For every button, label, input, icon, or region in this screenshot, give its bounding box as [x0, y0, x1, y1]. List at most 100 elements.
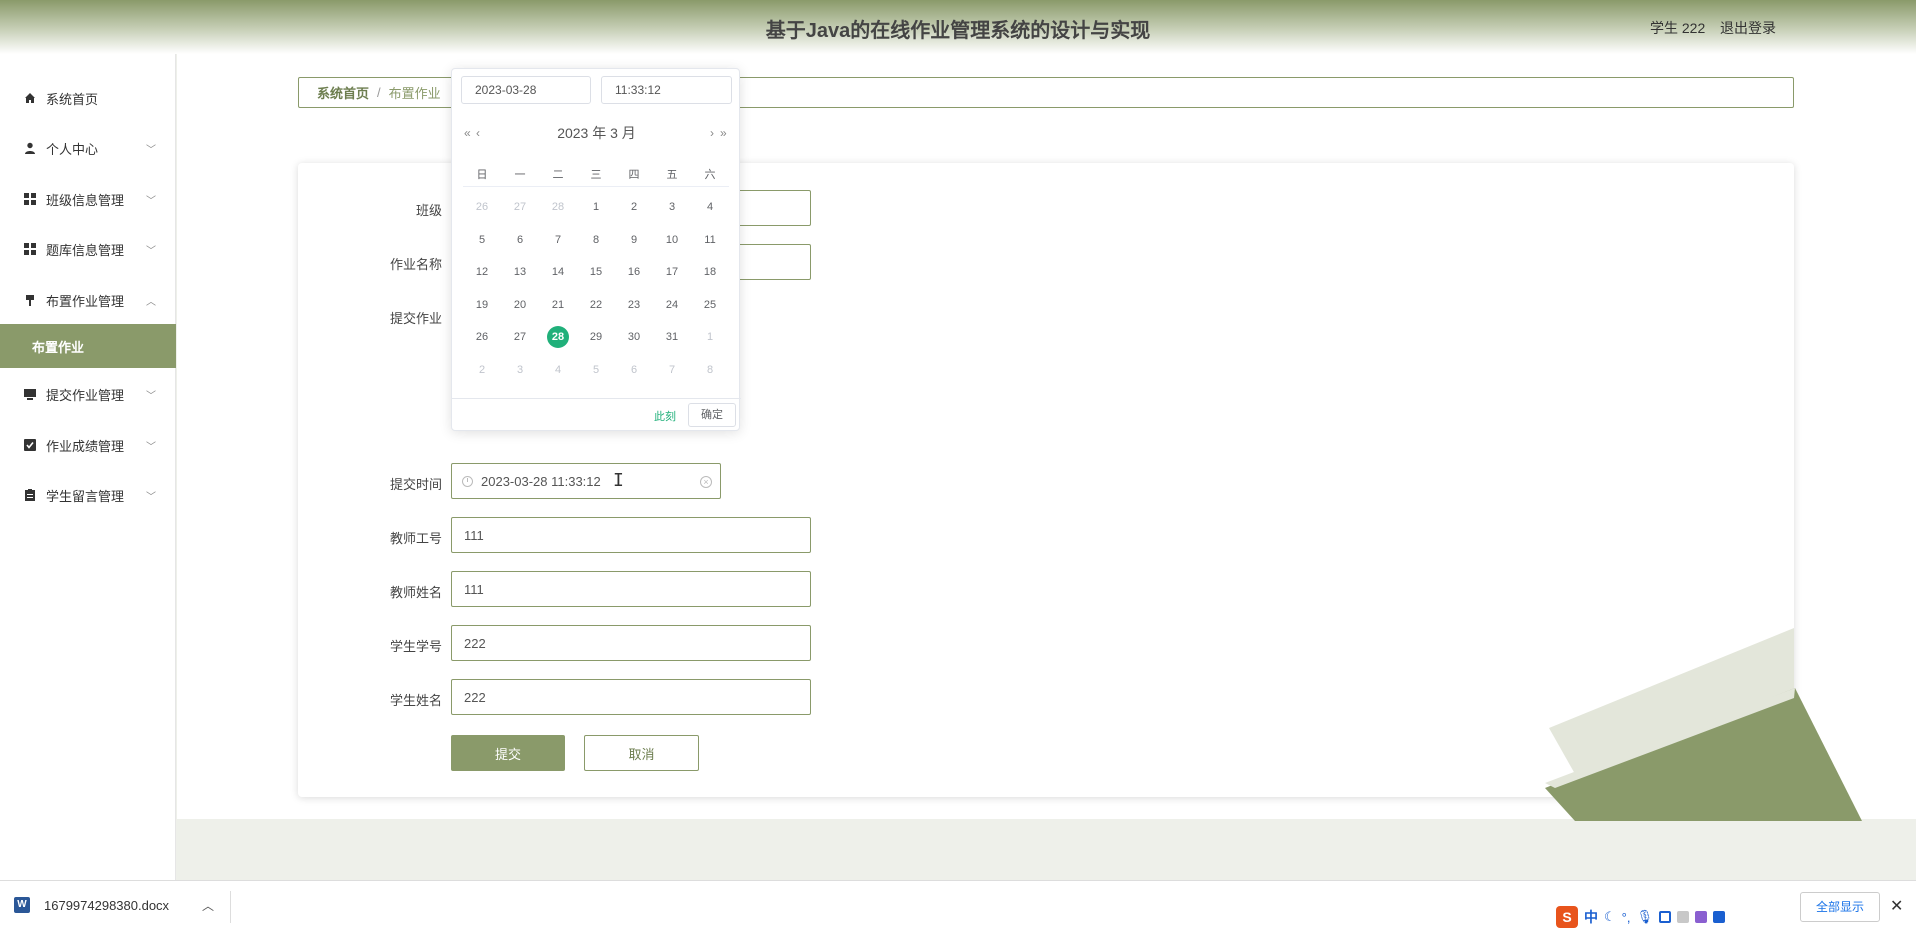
calendar-day[interactable]: 27 — [501, 331, 539, 343]
calendar-day-label: 18 — [703, 266, 717, 279]
show-all-button[interactable]: 全部显示 — [1800, 892, 1880, 922]
calendar-day-selected[interactable]: 28 — [539, 326, 577, 349]
picker-time-value: 11:33:12 — [615, 83, 661, 97]
submit-button[interactable]: 提交 — [451, 735, 565, 771]
calendar-day[interactable]: 6 — [615, 364, 653, 376]
calendar-day[interactable]: 14 — [539, 266, 577, 278]
sidebar-item-profile[interactable]: 个人中心 ﹀ — [0, 123, 176, 173]
calendar-day[interactable]: 5 — [463, 234, 501, 246]
sidebar-item-label: 题库信息管理 — [46, 242, 125, 258]
sidebar-item-assign-homework[interactable]: 布置作业 — [0, 324, 176, 368]
picker-footer: 此刻 确定 — [452, 398, 741, 432]
sidebar-item-question-bank[interactable]: 题库信息管理 ﹀ — [0, 224, 176, 274]
sogou-logo-icon[interactable]: S — [1556, 906, 1578, 928]
weekday-label: 六 — [704, 168, 716, 181]
calendar-day[interactable]: 15 — [577, 266, 615, 278]
calendar-day[interactable]: 7 — [653, 364, 691, 376]
calendar-day[interactable]: 19 — [463, 299, 501, 311]
calendar-day[interactable]: 30 — [615, 331, 653, 343]
calendar-day[interactable]: 25 — [691, 299, 729, 311]
calendar-day-label: 9 — [630, 233, 638, 246]
calendar-day[interactable]: 3 — [653, 201, 691, 213]
calendar-day[interactable]: 10 — [653, 234, 691, 246]
weekday-label: 日 — [476, 168, 488, 181]
calendar-day[interactable]: 22 — [577, 299, 615, 311]
calendar-day[interactable]: 7 — [539, 234, 577, 246]
calendar-day-label: 10 — [665, 233, 679, 246]
sidebar-item-home[interactable]: 系统首页 — [0, 73, 176, 123]
calendar-day[interactable]: 16 — [615, 266, 653, 278]
calendar-day[interactable]: 9 — [615, 234, 653, 246]
calendar-day[interactable]: 26 — [463, 331, 501, 343]
calendar-day[interactable]: 6 — [501, 234, 539, 246]
calendar-day[interactable]: 4 — [539, 364, 577, 376]
calendar-day[interactable]: 1 — [577, 201, 615, 213]
avatar-icon[interactable] — [1676, 911, 1689, 923]
calendar-week-row: 19 20 21 22 23 24 25 — [463, 289, 729, 322]
next-year-button[interactable]: » — [720, 121, 727, 145]
calendar-day-label: 7 — [554, 233, 562, 246]
weekday-header-row: 日 一 二 三 四 五 六 — [463, 161, 729, 187]
teacher-id-value: 111 — [464, 527, 484, 543]
sidebar-item-assign-homework-mgmt[interactable]: 布置作业管理 ︿ — [0, 275, 176, 325]
calendar-day[interactable]: 8 — [691, 364, 729, 376]
sidebar-item-messages-mgmt[interactable]: 学生留言管理 ﹀ — [0, 470, 176, 520]
picker-time-input[interactable]: 11:33:12 — [601, 76, 732, 104]
calendar-day-label: 4 — [706, 201, 714, 214]
current-user: 学生 222 — [1650, 20, 1706, 36]
breadcrumb-separator: / — [377, 85, 381, 100]
calendar-day[interactable]: 23 — [615, 299, 653, 311]
chevron-up-icon[interactable]: ︿ — [202, 897, 214, 914]
toolbox-icon[interactable] — [1712, 911, 1725, 923]
calendar-day[interactable]: 3 — [501, 364, 539, 376]
download-item[interactable]: W 1679974298380.docx — [14, 897, 169, 913]
calendar-day[interactable]: 11 — [691, 234, 729, 246]
calendar-day[interactable]: 8 — [577, 234, 615, 246]
teacher-id-input[interactable]: 111 — [451, 517, 811, 553]
sidebar-item-class-info[interactable]: 班级信息管理 ﹀ — [0, 174, 176, 224]
calendar-day[interactable]: 13 — [501, 266, 539, 278]
calendar-day[interactable]: 27 — [501, 201, 539, 213]
picker-date-input[interactable]: 2023-03-28 — [461, 76, 591, 104]
calendar-day[interactable]: 21 — [539, 299, 577, 311]
calendar-grid: 日 一 二 三 四 五 六 26 27 28 1 2 3 4 5 6 7 8 9 10 11 12 13 14 1… — [463, 161, 729, 386]
skin-icon[interactable] — [1694, 911, 1707, 923]
calendar-day[interactable]: 2 — [463, 364, 501, 376]
calendar-day[interactable]: 20 — [501, 299, 539, 311]
calendar-day[interactable]: 4 — [691, 201, 729, 213]
breadcrumb-home[interactable]: 系统首页 — [317, 83, 369, 102]
calendar-day[interactable]: 24 — [653, 299, 691, 311]
calendar-day-label: 8 — [706, 363, 714, 376]
teacher-name-input[interactable]: 111 — [451, 571, 811, 607]
keyboard-icon[interactable] — [1658, 911, 1671, 923]
calendar-day[interactable]: 28 — [539, 201, 577, 213]
confirm-button[interactable]: 确定 — [688, 403, 736, 427]
home-icon — [24, 92, 36, 104]
clear-icon[interactable]: × — [700, 476, 712, 488]
next-month-button[interactable]: › — [710, 121, 714, 145]
calendar-day[interactable]: 18 — [691, 266, 729, 278]
calendar-day[interactable]: 26 — [463, 201, 501, 213]
logout-link[interactable]: 退出登录 — [1720, 18, 1776, 38]
close-icon[interactable]: ✕ — [1890, 896, 1903, 916]
punctuation-icon[interactable]: °, — [1622, 910, 1631, 925]
now-button[interactable]: 此刻 — [654, 408, 676, 424]
sidebar-item-submit-homework-mgmt[interactable]: 提交作业管理 ﹀ — [0, 369, 176, 419]
submit-time-input[interactable]: 2023-03-28 11:33:12 × — [451, 463, 721, 499]
student-name-input[interactable]: 222 — [451, 679, 811, 715]
moon-icon[interactable]: ☾ — [1604, 909, 1616, 925]
calendar-day[interactable]: 5 — [577, 364, 615, 376]
calendar-day[interactable]: 1 — [691, 331, 729, 343]
sidebar-item-grades-mgmt[interactable]: 作业成绩管理 ﹀ — [0, 420, 176, 470]
calendar-day[interactable]: 31 — [653, 331, 691, 343]
chinese-mode-icon[interactable]: 中 — [1584, 907, 1598, 927]
calendar-day[interactable]: 12 — [463, 266, 501, 278]
sidebar-item-label: 班级信息管理 — [46, 192, 125, 208]
calendar-day[interactable]: 29 — [577, 331, 615, 343]
student-id-input[interactable]: 222 — [451, 625, 811, 661]
microphone-icon[interactable]: 🎙 — [1636, 909, 1653, 925]
calendar-day-label: 6 — [630, 363, 638, 376]
calendar-day[interactable]: 17 — [653, 266, 691, 278]
calendar-day[interactable]: 2 — [615, 201, 653, 213]
cancel-button[interactable]: 取消 — [584, 735, 699, 771]
